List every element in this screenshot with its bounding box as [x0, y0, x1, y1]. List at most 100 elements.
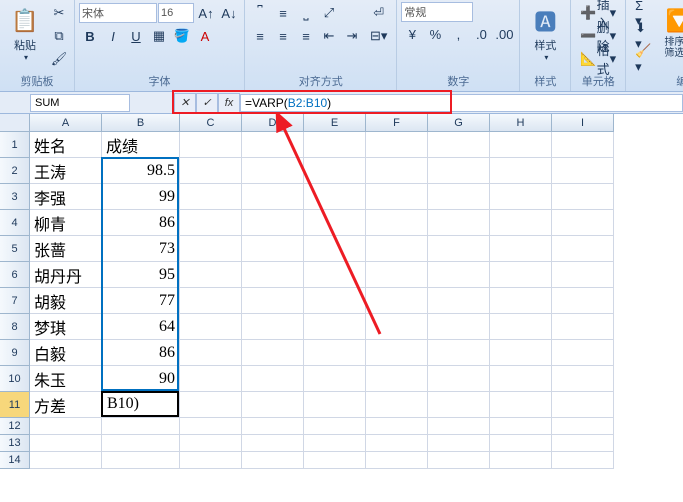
cell-E8[interactable] — [304, 314, 366, 340]
cell-G1[interactable] — [428, 132, 490, 158]
cell-C11[interactable] — [180, 392, 242, 418]
cell-H7[interactable] — [490, 288, 552, 314]
decrease-indent-button[interactable]: ⇤ — [318, 25, 340, 47]
select-all-corner[interactable] — [0, 114, 30, 132]
insert-function-button[interactable]: fx — [218, 93, 240, 113]
col-header-A[interactable]: A — [30, 114, 102, 132]
cell-D3[interactable] — [242, 184, 304, 210]
cell-D10[interactable] — [242, 366, 304, 392]
cell-H9[interactable] — [490, 340, 552, 366]
cell-G9[interactable] — [428, 340, 490, 366]
cell-E11[interactable] — [304, 392, 366, 418]
cell-B12[interactable] — [102, 418, 180, 435]
percent-button[interactable]: % — [424, 23, 446, 45]
cell-D5[interactable] — [242, 236, 304, 262]
cell-F11[interactable] — [366, 392, 428, 418]
cell-E14[interactable] — [304, 452, 366, 469]
cell-B4[interactable]: 86 — [102, 210, 180, 236]
cells-area[interactable]: 姓名成绩王涛98.5李强99柳青86张蔷73胡丹丹95胡毅77梦琪64白毅86朱… — [30, 132, 614, 469]
cell-G8[interactable] — [428, 314, 490, 340]
cell-I2[interactable] — [552, 158, 614, 184]
cell-H14[interactable] — [490, 452, 552, 469]
name-box[interactable]: SUM — [30, 94, 130, 112]
cell-C7[interactable] — [180, 288, 242, 314]
cell-A8[interactable]: 梦琪 — [30, 314, 102, 340]
spreadsheet-grid[interactable]: ABCDEFGHI 1234567891011121314 姓名成绩王涛98.5… — [0, 114, 683, 502]
cell-B11[interactable] — [102, 392, 180, 418]
cell-I9[interactable] — [552, 340, 614, 366]
cell-A3[interactable]: 李强 — [30, 184, 102, 210]
cell-F3[interactable] — [366, 184, 428, 210]
cell-E12[interactable] — [304, 418, 366, 435]
cell-E4[interactable] — [304, 210, 366, 236]
cell-D9[interactable] — [242, 340, 304, 366]
col-header-G[interactable]: G — [428, 114, 490, 132]
cell-A14[interactable] — [30, 452, 102, 469]
cell-F1[interactable] — [366, 132, 428, 158]
cell-D1[interactable] — [242, 132, 304, 158]
cell-G5[interactable] — [428, 236, 490, 262]
decrease-decimal-button[interactable]: .00 — [493, 23, 515, 45]
cell-H10[interactable] — [490, 366, 552, 392]
cell-H4[interactable] — [490, 210, 552, 236]
cell-G7[interactable] — [428, 288, 490, 314]
col-header-F[interactable]: F — [366, 114, 428, 132]
cell-B10[interactable]: 90 — [102, 366, 180, 392]
cell-E5[interactable] — [304, 236, 366, 262]
cell-C13[interactable] — [180, 435, 242, 452]
cell-A4[interactable]: 柳青 — [30, 210, 102, 236]
col-header-B[interactable]: B — [102, 114, 180, 132]
cell-H12[interactable] — [490, 418, 552, 435]
cell-G12[interactable] — [428, 418, 490, 435]
currency-button[interactable]: ¥ — [401, 23, 423, 45]
cell-H8[interactable] — [490, 314, 552, 340]
comma-button[interactable]: , — [447, 23, 469, 45]
cell-C5[interactable] — [180, 236, 242, 262]
cell-E2[interactable] — [304, 158, 366, 184]
cell-H13[interactable] — [490, 435, 552, 452]
cell-C1[interactable] — [180, 132, 242, 158]
cell-B3[interactable]: 99 — [102, 184, 180, 210]
row-header-10[interactable]: 10 — [0, 366, 30, 392]
cell-B7[interactable]: 77 — [102, 288, 180, 314]
cell-D7[interactable] — [242, 288, 304, 314]
cell-F9[interactable] — [366, 340, 428, 366]
cell-I4[interactable] — [552, 210, 614, 236]
cell-C14[interactable] — [180, 452, 242, 469]
cut-button[interactable]: ✂ — [48, 2, 70, 24]
cell-B6[interactable]: 95 — [102, 262, 180, 288]
cell-H2[interactable] — [490, 158, 552, 184]
cell-G11[interactable] — [428, 392, 490, 418]
cell-E1[interactable] — [304, 132, 366, 158]
cell-I11[interactable] — [552, 392, 614, 418]
cell-D6[interactable] — [242, 262, 304, 288]
wrap-text-button[interactable]: ⏎ — [365, 2, 392, 24]
cell-G2[interactable] — [428, 158, 490, 184]
col-header-E[interactable]: E — [304, 114, 366, 132]
cell-C10[interactable] — [180, 366, 242, 392]
cell-D11[interactable] — [242, 392, 304, 418]
cell-F10[interactable] — [366, 366, 428, 392]
font-color-button[interactable]: A — [194, 25, 216, 47]
row-header-12[interactable]: 12 — [0, 418, 30, 435]
cell-C8[interactable] — [180, 314, 242, 340]
cell-E3[interactable] — [304, 184, 366, 210]
cell-H11[interactable] — [490, 392, 552, 418]
orientation-button[interactable]: ⤢ — [318, 2, 340, 24]
decrease-font-button[interactable]: A↓ — [218, 2, 240, 24]
cell-C6[interactable] — [180, 262, 242, 288]
cell-I3[interactable] — [552, 184, 614, 210]
merge-center-button[interactable]: ⊟▾ — [365, 25, 392, 47]
cell-D8[interactable] — [242, 314, 304, 340]
cell-I14[interactable] — [552, 452, 614, 469]
cell-I8[interactable] — [552, 314, 614, 340]
row-header-1[interactable]: 1 — [0, 132, 30, 158]
cell-F2[interactable] — [366, 158, 428, 184]
cell-A1[interactable]: 姓名 — [30, 132, 102, 158]
cell-G13[interactable] — [428, 435, 490, 452]
styles-button[interactable]: 🅰 样式 ▾ — [524, 2, 566, 65]
cell-C12[interactable] — [180, 418, 242, 435]
cell-I7[interactable] — [552, 288, 614, 314]
cell-I6[interactable] — [552, 262, 614, 288]
cell-B9[interactable]: 86 — [102, 340, 180, 366]
